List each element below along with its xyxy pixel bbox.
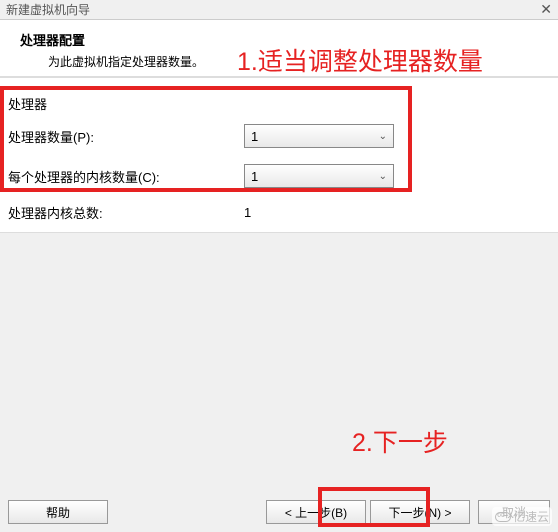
content-area: 处理器 处理器数量(P): 1 ⌄ 每个处理器的内核数量(C): 1 ⌄ 处理器… xyxy=(0,78,558,232)
processor-count-row: 处理器数量(P): 1 ⌄ xyxy=(8,123,558,149)
processor-count-label: 处理器数量(P): xyxy=(8,127,244,146)
watermark-icon xyxy=(495,512,511,522)
titlebar: 新建虚拟机向导 ✕ xyxy=(0,0,558,20)
watermark: 亿速云 xyxy=(492,507,552,526)
processor-cores-value: 1 xyxy=(251,169,258,184)
chevron-down-icon: ⌄ xyxy=(379,131,387,142)
processor-total-label: 处理器内核总数: xyxy=(8,203,244,222)
processor-count-value: 1 xyxy=(251,129,258,144)
watermark-text: 亿速云 xyxy=(513,508,549,525)
page-title: 处理器配置 xyxy=(20,30,538,49)
processor-count-select[interactable]: 1 ⌄ xyxy=(244,124,394,148)
divider xyxy=(0,232,558,233)
next-button[interactable]: 下一步(N) > xyxy=(370,500,470,524)
processor-section-label: 处理器 xyxy=(8,94,558,113)
footer: 帮助 < 上一步(B) 下一步(N) > 取消 xyxy=(0,500,558,524)
processor-total-row: 处理器内核总数: 1 xyxy=(8,203,558,222)
close-icon[interactable]: ✕ xyxy=(540,1,552,18)
header: 处理器配置 为此虚拟机指定处理器数量。 xyxy=(0,20,558,77)
processor-cores-select[interactable]: 1 ⌄ xyxy=(244,164,394,188)
processor-cores-row: 每个处理器的内核数量(C): 1 ⌄ xyxy=(8,163,558,189)
back-button[interactable]: < 上一步(B) xyxy=(266,500,366,524)
processor-cores-label: 每个处理器的内核数量(C): xyxy=(8,167,244,186)
chevron-down-icon: ⌄ xyxy=(379,171,387,182)
help-button[interactable]: 帮助 xyxy=(8,500,108,524)
page-subtitle: 为此虚拟机指定处理器数量。 xyxy=(20,53,538,70)
window-title: 新建虚拟机向导 xyxy=(6,1,90,18)
processor-total-value: 1 xyxy=(244,205,251,220)
annotation-text-2: 2.下一步 xyxy=(352,423,448,459)
